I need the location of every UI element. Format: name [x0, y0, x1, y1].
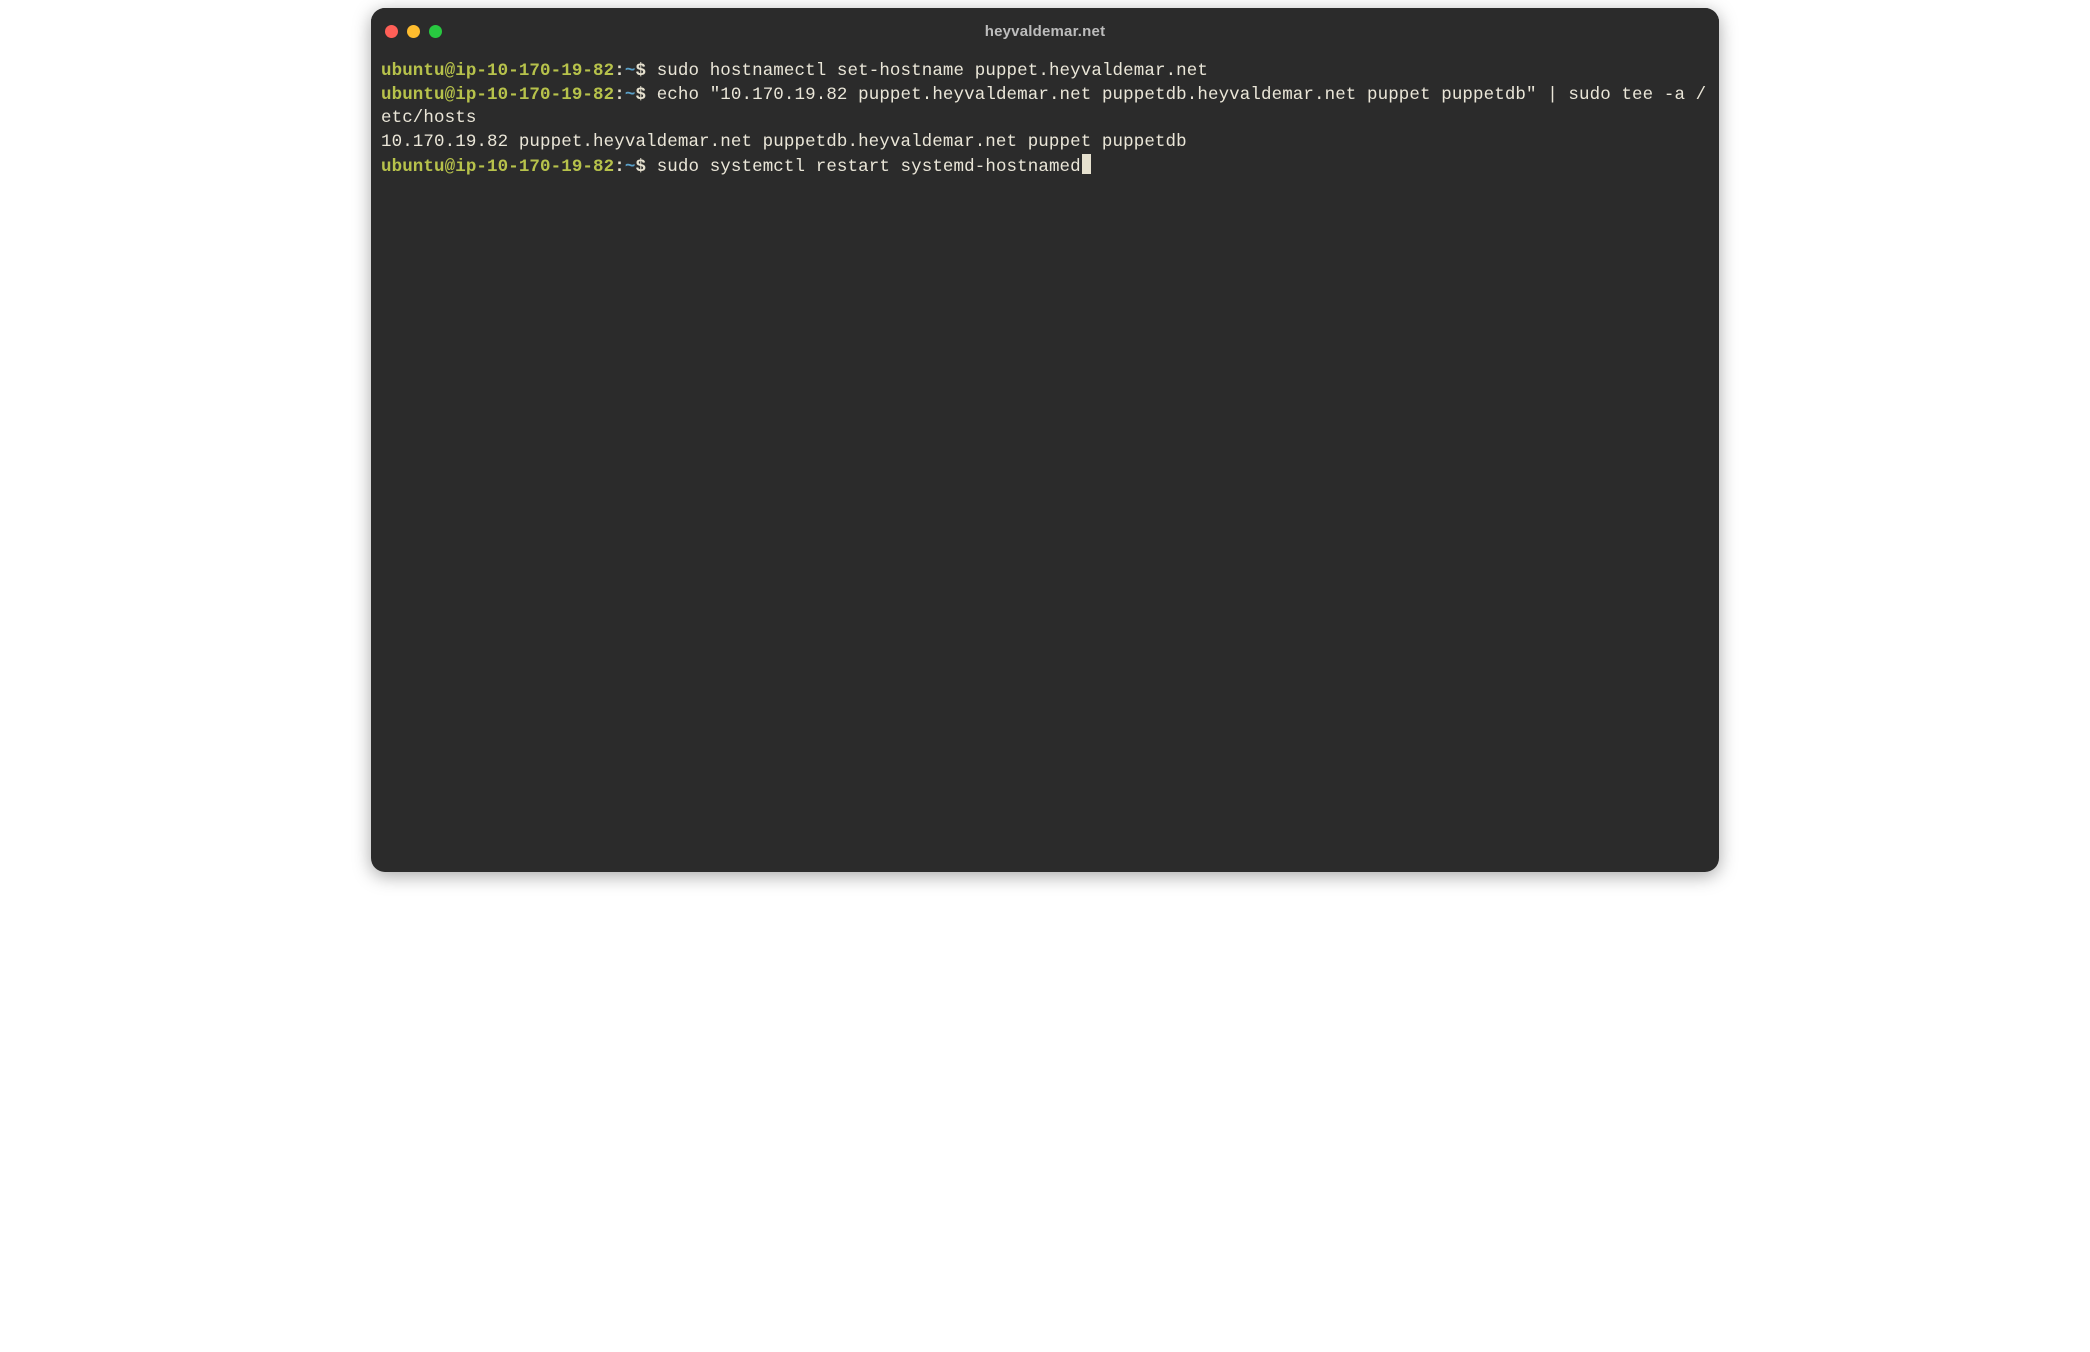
minimize-icon[interactable]	[407, 25, 420, 38]
terminal-command: sudo hostnamectl set-hostname puppet.hey…	[657, 61, 1208, 81]
terminal-output[interactable]: ubuntu@ip-10-170-19-82:~$ sudo hostnamec…	[371, 54, 1719, 190]
window-controls	[385, 25, 442, 38]
zoom-icon[interactable]	[429, 25, 442, 38]
window-title: heyvaldemar.net	[371, 23, 1719, 40]
cursor-icon	[1082, 154, 1091, 174]
prompt-dollar: $	[635, 85, 656, 105]
terminal-command: sudo systemctl restart systemd-hostnamed	[657, 157, 1081, 177]
prompt-user-host: ubuntu@ip-10-170-19-82	[381, 157, 614, 177]
close-icon[interactable]	[385, 25, 398, 38]
prompt-path: ~	[625, 61, 636, 81]
prompt-user-host: ubuntu@ip-10-170-19-82	[381, 61, 614, 81]
prompt-dollar: $	[635, 157, 656, 177]
terminal-output-line: 10.170.19.82 puppet.heyvaldemar.net pupp…	[381, 132, 1187, 152]
prompt-colon: :	[614, 157, 625, 177]
prompt-colon: :	[614, 85, 625, 105]
prompt-user-host: ubuntu@ip-10-170-19-82	[381, 85, 614, 105]
terminal-window: heyvaldemar.net ubuntu@ip-10-170-19-82:~…	[371, 8, 1719, 872]
prompt-path: ~	[625, 157, 636, 177]
prompt-path: ~	[625, 85, 636, 105]
prompt-colon: :	[614, 61, 625, 81]
prompt-dollar: $	[635, 61, 656, 81]
titlebar: heyvaldemar.net	[371, 8, 1719, 54]
